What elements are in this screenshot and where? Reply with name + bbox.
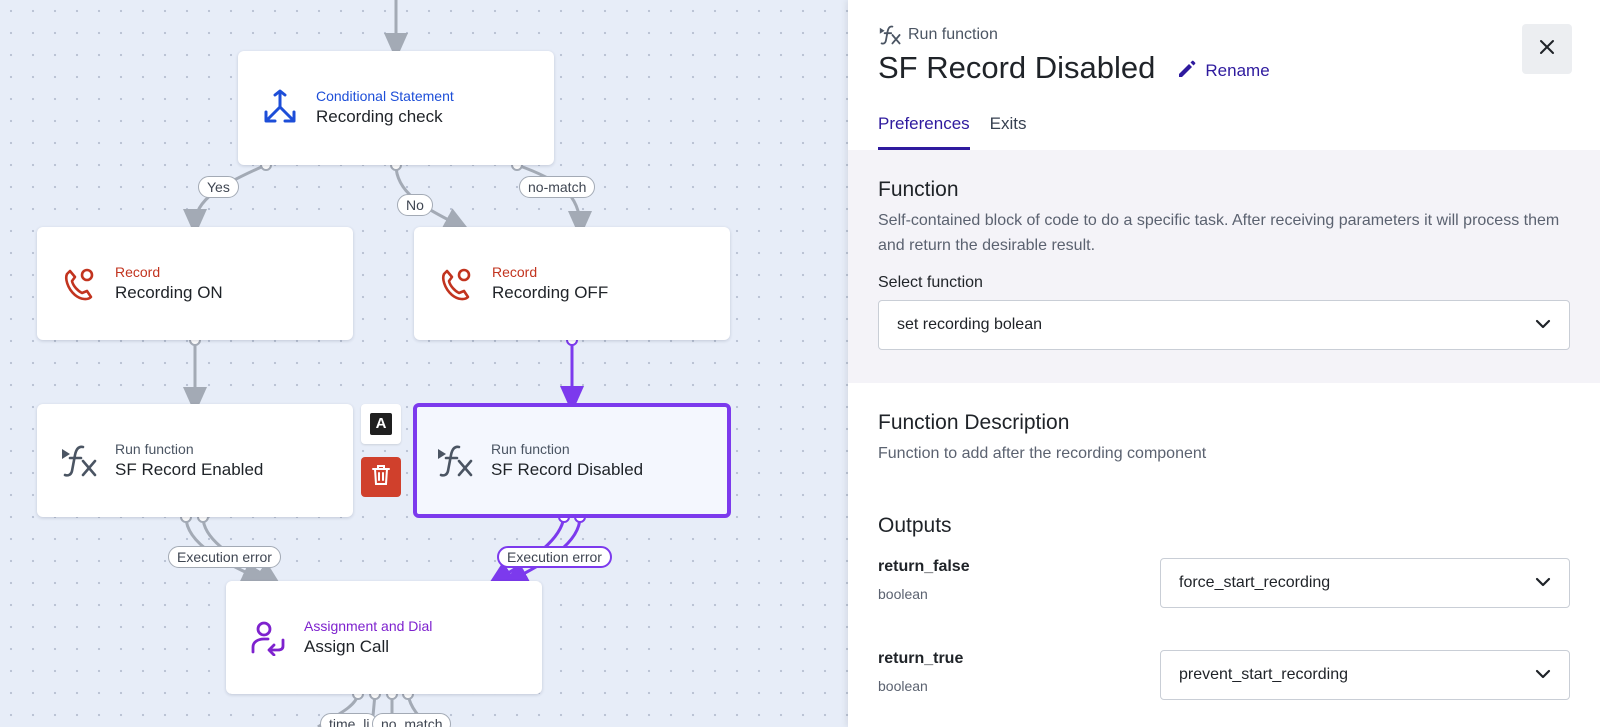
split-arrows-icon <box>260 88 300 128</box>
close-icon <box>1539 39 1555 60</box>
chevron-down-icon <box>1535 666 1551 684</box>
edge-label-execution-error[interactable]: Execution error <box>168 546 281 568</box>
output-select-value: force_start_recording <box>1179 574 1331 591</box>
select-function-label: Select function <box>878 274 983 291</box>
rename-label: Rename <box>1205 61 1270 80</box>
output-row-return-true: return_true boolean prevent_start_record… <box>878 650 1570 700</box>
rename-button[interactable]: Rename <box>1177 59 1270 84</box>
edge-label-yes[interactable]: Yes <box>198 176 239 198</box>
delete-node-button[interactable] <box>361 457 401 497</box>
details-section: Function Description Function to add aft… <box>848 383 1600 700</box>
output-select-return-false[interactable]: force_start_recording <box>1160 558 1570 608</box>
panel-tabs: Preferences Exits <box>878 110 1047 150</box>
title-row: SF Record Disabled Rename <box>878 50 1570 86</box>
output-row-return-false: return_false boolean force_start_recordi… <box>878 558 1570 608</box>
phone-record-icon <box>59 264 99 304</box>
panel-subtitle-text: Run function <box>908 26 998 43</box>
text-format-button[interactable]: A <box>361 404 401 444</box>
function-section: Function Self-contained block of code to… <box>848 150 1600 383</box>
node-record-off[interactable]: Record Recording OFF <box>414 227 730 340</box>
pencil-icon <box>1177 59 1205 84</box>
edge-label-no-match[interactable]: no-match <box>519 176 596 198</box>
chevron-down-icon <box>1535 316 1551 334</box>
close-button[interactable] <box>1522 24 1572 74</box>
function-description-heading: Function Description <box>878 411 1070 434</box>
edge-label-time-limit[interactable]: time_li <box>320 713 379 727</box>
panel-header: Run function SF Record Disabled Rename P… <box>848 0 1600 150</box>
outputs-heading: Outputs <box>878 514 952 537</box>
node-type-label: Assignment and Dial <box>304 617 433 634</box>
node-type-label: Run function <box>491 440 570 457</box>
node-name: Recording OFF <box>492 282 609 302</box>
function-description-text: Self-contained block of code to do a spe… <box>878 212 1560 254</box>
node-type-label: Run function <box>115 440 194 457</box>
node-type-label: Conditional Statement <box>316 88 454 104</box>
output-select-return-true[interactable]: prevent_start_recording <box>1160 650 1570 700</box>
tab-preferences[interactable]: Preferences <box>878 110 970 150</box>
node-sf-record-enabled[interactable]: Run function SF Record Enabled <box>37 404 353 517</box>
node-type-label: Record <box>115 263 161 280</box>
tab-exits[interactable]: Exits <box>990 110 1027 150</box>
edge-label-no-match-bottom[interactable]: no_match <box>372 713 452 727</box>
edge-label-execution-error-active[interactable]: Execution error <box>497 546 612 568</box>
node-name: Assign Call <box>304 636 390 656</box>
chevron-down-icon <box>1535 574 1551 592</box>
output-name: return_true <box>878 650 964 667</box>
node-type-label: Record <box>492 263 538 280</box>
function-select-value: set recording bolean <box>897 316 1042 333</box>
node-record-on[interactable]: Record Recording ON <box>37 227 353 340</box>
node-name: Recording ON <box>115 282 223 302</box>
node-name: Recording check <box>316 107 443 126</box>
output-type: boolean <box>878 586 928 602</box>
function-select[interactable]: set recording bolean <box>878 300 1570 350</box>
phone-record-icon <box>436 264 476 304</box>
assign-user-icon <box>248 618 288 658</box>
function-description-body: Function to add after the recording comp… <box>878 445 1207 462</box>
flow-canvas[interactable]: Conditional Statement Recording check Re… <box>0 0 848 727</box>
properties-panel: Run function SF Record Disabled Rename P… <box>848 0 1600 727</box>
node-name: SF Record Enabled <box>115 459 264 479</box>
function-heading: Function <box>878 178 959 201</box>
edge-label-no[interactable]: No <box>397 194 433 216</box>
function-icon <box>59 441 99 481</box>
panel-subtitle: Run function <box>878 22 1570 48</box>
function-icon <box>435 441 475 481</box>
output-select-value: prevent_start_recording <box>1179 666 1348 683</box>
output-type: boolean <box>878 678 928 694</box>
trash-icon <box>371 464 391 491</box>
node-name: SF Record Disabled <box>491 459 644 479</box>
function-icon <box>878 24 902 46</box>
node-conditional-statement[interactable]: Conditional Statement Recording check <box>238 51 554 165</box>
node-sf-record-disabled[interactable]: Run function SF Record Disabled <box>413 403 731 518</box>
text-icon: A <box>370 413 392 435</box>
output-name: return_false <box>878 558 970 575</box>
panel-title: SF Record Disabled <box>878 50 1156 85</box>
node-assign-call[interactable]: Assignment and Dial Assign Call <box>226 581 542 694</box>
